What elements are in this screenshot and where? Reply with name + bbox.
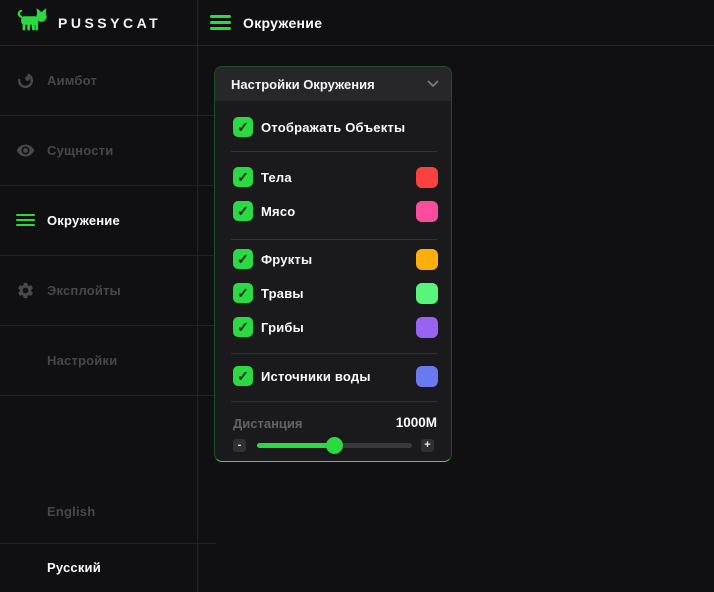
distance-increase-button[interactable]: + <box>421 439 434 452</box>
sidebar-item-entities[interactable]: Сущности <box>0 115 216 185</box>
gear-icon <box>16 281 35 300</box>
slider-thumb[interactable] <box>326 437 343 454</box>
bodies-checkbox[interactable]: ✓ <box>233 167 253 187</box>
sidebar-item-exploits[interactable]: Эксплойты <box>0 255 216 325</box>
page-title: Окружение <box>243 15 322 31</box>
sidebar-item-label: Эксплойты <box>47 283 121 298</box>
mushrooms-color-swatch[interactable] <box>416 317 438 338</box>
check-icon: ✓ <box>237 369 249 383</box>
row-fruits: ✓ Фрукты <box>215 248 451 270</box>
slider-fill <box>257 443 335 448</box>
divider <box>231 401 437 402</box>
mushrooms-checkbox[interactable]: ✓ <box>233 317 253 337</box>
distance-slider: - + <box>215 437 451 454</box>
divider <box>231 239 437 240</box>
fruits-color-swatch[interactable] <box>416 249 438 270</box>
row-show-objects: ✓ Отображать Объекты <box>215 116 451 138</box>
check-icon: ✓ <box>237 252 249 266</box>
check-icon: ✓ <box>237 120 249 134</box>
row-label: Отображать Объекты <box>261 120 405 135</box>
distance-decrease-button[interactable]: - <box>233 439 246 452</box>
meat-color-swatch[interactable] <box>416 201 438 222</box>
row-water-sources: ✓ Источники воды <box>215 365 451 387</box>
divider <box>0 395 216 396</box>
sidebar-item-label: Аимбот <box>47 73 97 88</box>
slider-track[interactable] <box>257 443 412 448</box>
menu-icon <box>16 214 35 227</box>
row-bodies: ✓ Тела <box>215 166 451 188</box>
check-icon: ✓ <box>237 204 249 218</box>
language-label: Русский <box>47 560 101 575</box>
sidebar-item-label: Сущности <box>47 143 113 158</box>
sidebar-item-label: Настройки <box>47 353 117 368</box>
distance-value: 1000М <box>396 415 437 430</box>
row-label: Фрукты <box>261 252 312 267</box>
herbs-color-swatch[interactable] <box>416 283 438 304</box>
language-item-english[interactable]: English <box>0 480 216 543</box>
row-label: Мясо <box>261 204 295 219</box>
sidebar-item-aimbot[interactable]: Аимбот <box>0 45 216 115</box>
row-meat: ✓ Мясо <box>215 200 451 222</box>
environment-settings-panel: Настройки Окружения ✓ Отображать Объекты… <box>214 66 452 462</box>
herbs-checkbox[interactable]: ✓ <box>233 283 253 303</box>
brand-header: PUSSYCAT <box>0 0 197 45</box>
aimbot-icon <box>16 71 35 90</box>
check-icon: ✓ <box>237 286 249 300</box>
distance-label: Дистанция <box>233 416 303 431</box>
water-sources-checkbox[interactable]: ✓ <box>233 366 253 386</box>
bodies-color-swatch[interactable] <box>416 167 438 188</box>
sidebar-item-label: Окружение <box>47 213 120 228</box>
fruits-checkbox[interactable]: ✓ <box>233 249 253 269</box>
language-item-russian[interactable]: Русский <box>0 543 216 591</box>
panel-header-select[interactable]: Настройки Окружения <box>215 67 451 101</box>
meat-checkbox[interactable]: ✓ <box>233 201 253 221</box>
app-window: PUSSYCAT Окружение Аимбот Сущности Окруж… <box>0 0 714 592</box>
language-label: English <box>47 504 95 519</box>
row-label: Грибы <box>261 320 304 335</box>
brand-name: PUSSYCAT <box>58 15 161 31</box>
eye-icon <box>16 141 35 160</box>
chevron-down-icon <box>427 80 439 88</box>
row-label: Источники воды <box>261 369 371 384</box>
page-header: Окружение <box>197 0 714 45</box>
row-label: Травы <box>261 286 304 301</box>
sidebar-item-settings[interactable]: Настройки <box>0 325 216 395</box>
panel-title: Настройки Окружения <box>231 77 375 92</box>
divider <box>231 353 437 354</box>
divider <box>231 151 437 152</box>
row-mushrooms: ✓ Грибы <box>215 316 451 338</box>
row-label: Тела <box>261 170 292 185</box>
water-color-swatch[interactable] <box>416 366 438 387</box>
check-icon: ✓ <box>237 170 249 184</box>
check-icon: ✓ <box>237 320 249 334</box>
menu-icon[interactable] <box>210 15 231 30</box>
sidebar-item-environment[interactable]: Окружение <box>0 185 216 255</box>
show-objects-checkbox[interactable]: ✓ <box>233 117 253 137</box>
row-herbs: ✓ Травы <box>215 282 451 304</box>
cat-logo-icon <box>15 7 49 38</box>
